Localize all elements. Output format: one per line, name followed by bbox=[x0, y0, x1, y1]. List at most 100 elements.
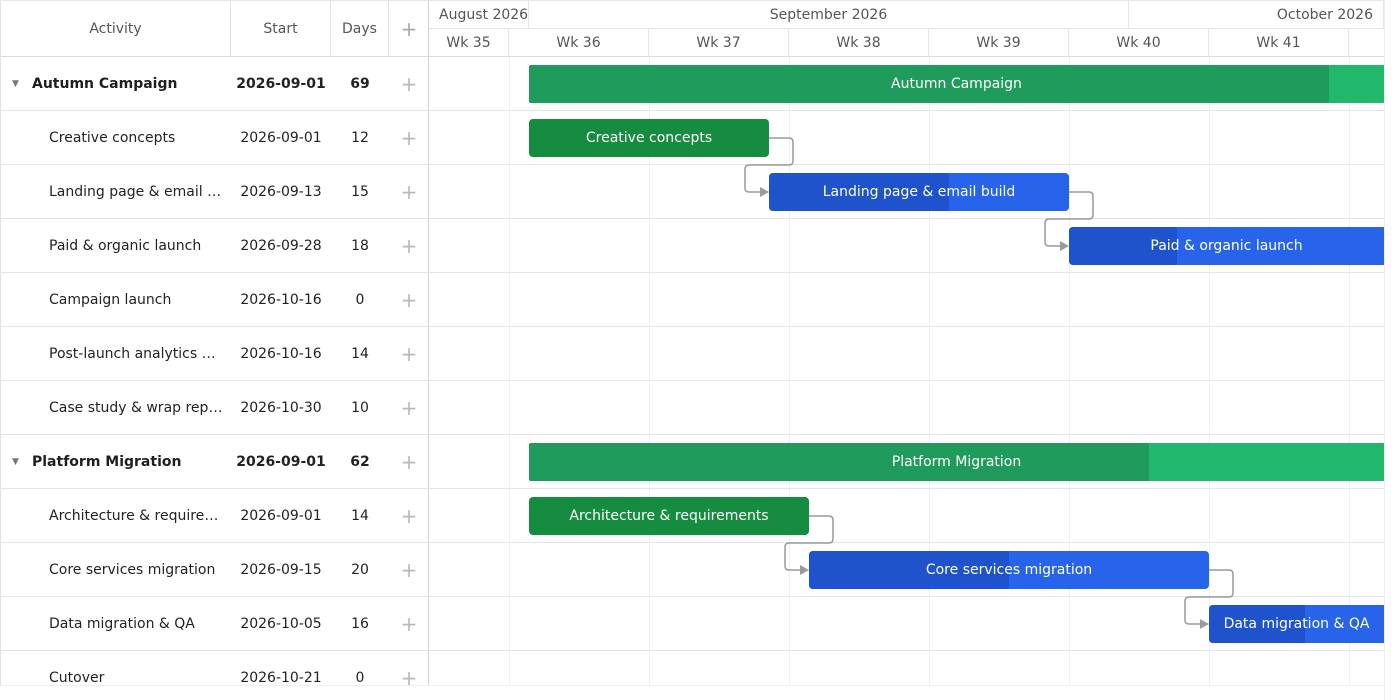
plus-icon[interactable]: + bbox=[389, 288, 429, 312]
task-days-cell[interactable]: 20 bbox=[331, 562, 389, 578]
task-row[interactable]: Data migration & QA 2026-10-05 16 + bbox=[1, 597, 429, 651]
task-name: Architecture & requirements bbox=[49, 507, 231, 524]
task-start-cell[interactable]: 2026-09-01 bbox=[231, 76, 331, 92]
task-start-cell[interactable]: 2026-10-05 bbox=[231, 616, 331, 632]
bar-label: Platform Migration bbox=[891, 454, 1022, 470]
task-start-cell[interactable]: 2026-10-30 bbox=[231, 400, 331, 416]
plus-icon[interactable]: + bbox=[389, 72, 429, 96]
task-name-cell[interactable]: ▼ Autumn Campaign bbox=[1, 76, 231, 92]
dependency-arrow-icon bbox=[760, 187, 769, 197]
task-row[interactable]: Case study & wrap report 2026-10-30 10 + bbox=[1, 381, 429, 435]
task-days-cell[interactable]: 14 bbox=[331, 346, 389, 362]
add-task-header-button[interactable]: + bbox=[389, 0, 429, 57]
task-days-cell[interactable]: 14 bbox=[331, 508, 389, 524]
task-name-cell[interactable]: Cutover bbox=[1, 670, 231, 686]
task-start-cell[interactable]: 2026-09-28 bbox=[231, 238, 331, 254]
task-name-cell[interactable]: Architecture & requirements bbox=[1, 508, 231, 524]
task-name: Case study & wrap report bbox=[49, 399, 229, 416]
task-name-cell[interactable]: Core services migration bbox=[1, 562, 231, 578]
plus-icon[interactable]: + bbox=[389, 504, 429, 528]
column-header-start[interactable]: Start bbox=[231, 0, 331, 57]
task-days-cell[interactable]: 12 bbox=[331, 130, 389, 146]
summary-task-row[interactable]: ▼ Autumn Campaign 2026-09-01 69 + bbox=[1, 57, 429, 111]
dependency-arrow-icon bbox=[800, 565, 809, 575]
task-days-cell[interactable]: 0 bbox=[331, 670, 389, 686]
task-name-cell[interactable]: ▼ Platform Migration bbox=[1, 454, 231, 470]
task-start-cell[interactable]: 2026-09-01 bbox=[231, 130, 331, 146]
task-bar[interactable]: Paid & organic launch bbox=[1069, 227, 1384, 265]
vertical-scrollbar[interactable] bbox=[1384, 0, 1400, 700]
plus-icon[interactable]: + bbox=[389, 558, 429, 582]
plus-icon[interactable]: + bbox=[389, 180, 429, 204]
summary-task-row[interactable]: ▼ Platform Migration 2026-09-01 62 + bbox=[1, 435, 429, 489]
column-header-activity[interactable]: Activity bbox=[1, 0, 231, 57]
task-name: Paid & organic launch bbox=[49, 237, 202, 254]
task-name-cell[interactable]: Creative concepts bbox=[1, 130, 231, 146]
column-header-days[interactable]: Days bbox=[331, 0, 389, 57]
task-days-cell[interactable]: 0 bbox=[331, 292, 389, 308]
bar-label: Core services migration bbox=[925, 562, 1093, 578]
task-name-cell[interactable]: Landing page & email build bbox=[1, 184, 231, 200]
task-bar[interactable]: Core services migration bbox=[809, 551, 1209, 589]
task-bar[interactable]: Creative concepts bbox=[529, 119, 769, 157]
task-name-cell[interactable]: Campaign launch bbox=[1, 292, 231, 308]
task-name: Autumn Campaign bbox=[32, 75, 178, 92]
task-row[interactable]: Landing page & email build 2026-09-13 15 + bbox=[1, 165, 429, 219]
task-row[interactable]: Architecture & requirements 2026-09-01 14 + bbox=[1, 489, 429, 543]
task-bar[interactable]: Data migration & QA bbox=[1209, 605, 1384, 643]
task-name-cell[interactable]: Case study & wrap report bbox=[1, 400, 231, 416]
task-start-cell[interactable]: 2026-09-13 bbox=[231, 184, 331, 200]
task-start-cell[interactable]: 2026-09-15 bbox=[231, 562, 331, 578]
task-start-cell[interactable]: 2026-09-01 bbox=[231, 454, 331, 470]
bar-label: Architecture & requirements bbox=[569, 508, 769, 524]
bar-label: Creative concepts bbox=[585, 130, 713, 146]
plus-icon[interactable]: + bbox=[389, 342, 429, 366]
plus-icon[interactable]: + bbox=[389, 126, 429, 150]
gantt-timeline: August 2026 September 2026 October 2026 Wk … bbox=[429, 0, 1384, 700]
task-days-cell[interactable]: 69 bbox=[331, 76, 389, 92]
task-name: Core services migration bbox=[49, 561, 216, 578]
plus-icon[interactable]: + bbox=[389, 612, 429, 636]
task-name: Platform Migration bbox=[32, 453, 182, 470]
task-grid: Activity Start Days + ▼ Autumn Campaign 20… bbox=[0, 0, 429, 700]
task-days-cell[interactable]: 15 bbox=[331, 184, 389, 200]
plus-icon[interactable]: + bbox=[389, 450, 429, 474]
plus-icon[interactable]: + bbox=[389, 234, 429, 258]
task-days-cell[interactable]: 62 bbox=[331, 454, 389, 470]
task-start-cell[interactable]: 2026-10-16 bbox=[231, 346, 331, 362]
task-name: Campaign launch bbox=[49, 291, 172, 308]
task-bar[interactable]: Architecture & requirements bbox=[529, 497, 809, 535]
task-name: Creative concepts bbox=[49, 129, 176, 146]
progress-fill bbox=[529, 443, 1149, 481]
bar-label: Paid & organic launch bbox=[1150, 238, 1303, 254]
bar-label: Landing page & email build bbox=[822, 184, 1016, 200]
task-name-cell[interactable]: Paid & organic launch bbox=[1, 238, 231, 254]
task-name: Cutover bbox=[49, 669, 105, 686]
task-row[interactable]: Campaign launch 2026-10-16 0 + bbox=[1, 273, 429, 327]
task-start-cell[interactable]: 2026-10-21 bbox=[231, 670, 331, 686]
plus-icon[interactable]: + bbox=[389, 396, 429, 420]
task-start-cell[interactable]: 2026-10-16 bbox=[231, 292, 331, 308]
summary-bar[interactable]: Platform Migration bbox=[529, 443, 1384, 481]
bar-label: Autumn Campaign bbox=[891, 76, 1022, 92]
task-row[interactable]: Core services migration 2026-09-15 20 + bbox=[1, 543, 429, 597]
dependency-arrow-icon bbox=[1200, 619, 1209, 629]
task-name-cell[interactable]: Post-launch analytics & optimization bbox=[1, 346, 231, 362]
task-days-cell[interactable]: 10 bbox=[331, 400, 389, 416]
summary-bar[interactable]: Autumn Campaign bbox=[529, 65, 1384, 103]
task-name: Landing page & email build bbox=[49, 183, 231, 200]
caret-down-icon[interactable]: ▼ bbox=[12, 79, 24, 89]
bar-label: Data migration & QA bbox=[1223, 616, 1370, 632]
task-bar[interactable]: Landing page & email build bbox=[769, 173, 1069, 211]
task-name: Post-launch analytics & optimization bbox=[49, 345, 231, 362]
dependency-links bbox=[744, 137, 1234, 629]
task-name-cell[interactable]: Data migration & QA bbox=[1, 616, 231, 632]
task-row[interactable]: Creative concepts 2026-09-01 12 + bbox=[1, 111, 429, 165]
task-days-cell[interactable]: 18 bbox=[331, 238, 389, 254]
caret-down-icon[interactable]: ▼ bbox=[12, 457, 24, 467]
task-start-cell[interactable]: 2026-09-01 bbox=[231, 508, 331, 524]
task-row[interactable]: Paid & organic launch 2026-09-28 18 + bbox=[1, 219, 429, 273]
horizontal-scrollbar[interactable] bbox=[0, 685, 1384, 700]
task-days-cell[interactable]: 16 bbox=[331, 616, 389, 632]
task-row[interactable]: Post-launch analytics & optimization2026… bbox=[1, 327, 429, 381]
